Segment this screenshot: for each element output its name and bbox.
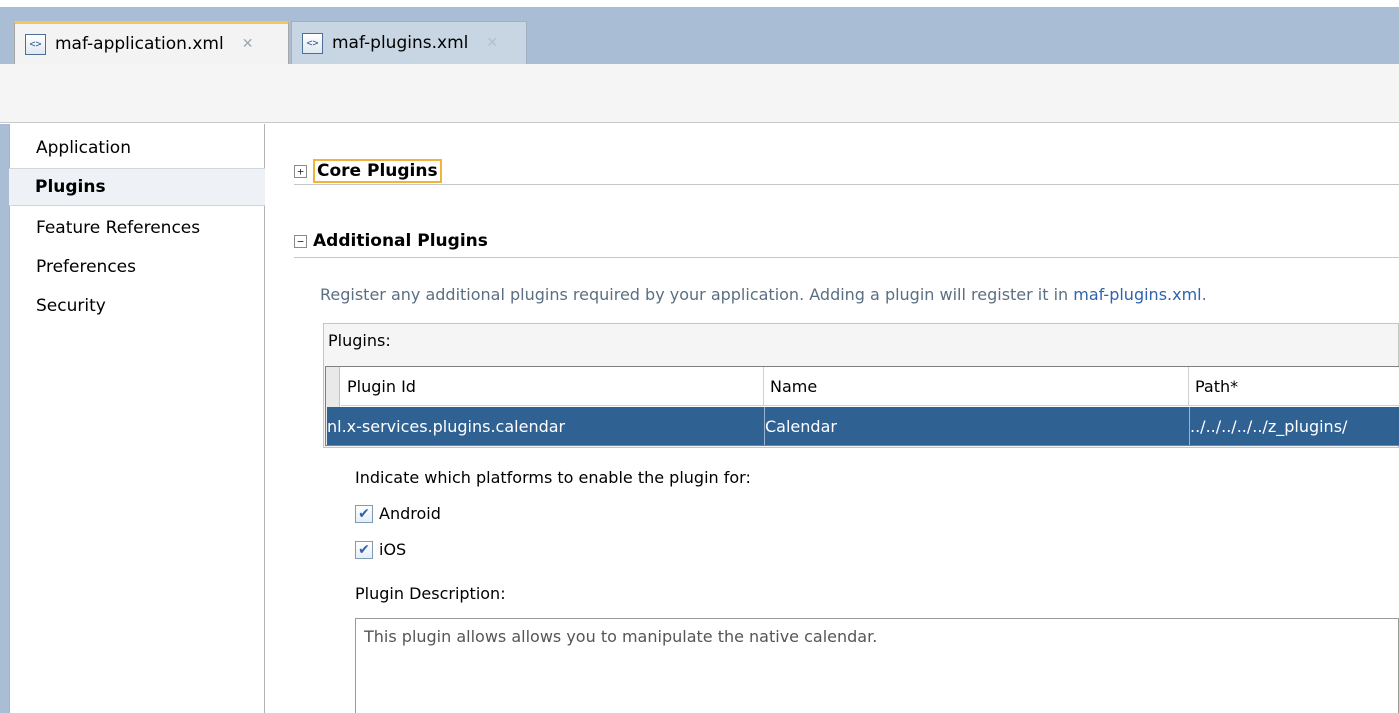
cell-text: nl.x-services.plugins.calendar: [327, 416, 566, 436]
xml-file-icon: <>: [25, 33, 46, 55]
section-description: Register any additional plugins required…: [320, 285, 1207, 304]
checkbox-label: iOS: [379, 540, 407, 559]
checkbox-label: Android: [379, 504, 441, 523]
tab-label: maf-application.xml: [55, 34, 224, 54]
nav-item-plugins[interactable]: Plugins: [9, 168, 265, 206]
plugin-description-textarea[interactable]: This plugin allows allows you to manipul…: [355, 618, 1399, 713]
description-suffix: .: [1201, 285, 1207, 304]
android-checkbox-row[interactable]: ✔ Android: [355, 504, 441, 523]
tab-maf-plugins[interactable]: <> maf-plugins.xml ✕: [291, 21, 527, 64]
section-title: Core Plugins: [313, 159, 442, 183]
column-header-plugin-id[interactable]: Plugin Id: [341, 367, 764, 406]
cell-text: Calendar: [765, 416, 837, 436]
nav-item-feature-references[interactable]: Feature References: [10, 209, 264, 247]
platforms-label: Indicate which platforms to enable the p…: [355, 468, 751, 487]
nav-item-security[interactable]: Security: [10, 287, 264, 325]
plugins-page: + Core Plugins − Additional Plugins Regi…: [266, 124, 1399, 713]
nav-item-application[interactable]: Application: [10, 129, 264, 167]
ios-checkbox-row[interactable]: ✔ iOS: [355, 540, 406, 559]
section-divider: [294, 257, 1399, 258]
column-header-label: Plugin Id: [347, 376, 416, 396]
tab-label: maf-plugins.xml: [332, 33, 469, 53]
editor-toolbar: [0, 64, 1399, 123]
collapse-icon[interactable]: −: [294, 234, 307, 248]
plugin-description-text: This plugin allows allows you to manipul…: [364, 627, 878, 646]
column-header-path[interactable]: Path*: [1189, 367, 1399, 406]
nav-item-label: Security: [36, 296, 106, 316]
tab-maf-application[interactable]: <> maf-application.xml ✕: [14, 21, 289, 64]
editor-tab-strip: <> maf-application.xml ✕ <> maf-plugins.…: [0, 7, 1399, 64]
editor-window: <> maf-application.xml ✕ <> maf-plugins.…: [0, 0, 1399, 713]
plugin-description-label: Plugin Description:: [355, 584, 506, 603]
plugins-table-label: Plugins:: [328, 331, 391, 350]
cell-path[interactable]: ../../../../../z_plugins/: [1190, 407, 1399, 445]
xml-file-icon: <>: [302, 32, 323, 54]
nav-item-label: Plugins: [35, 177, 106, 197]
nav-item-label: Preferences: [36, 257, 136, 277]
overview-nav: Application Plugins Feature References P…: [9, 124, 265, 713]
cell-name[interactable]: Calendar: [765, 407, 1189, 445]
maf-plugins-link[interactable]: maf-plugins.xml: [1073, 285, 1201, 304]
nav-item-label: Feature References: [36, 218, 201, 238]
close-icon[interactable]: ✕: [242, 36, 254, 52]
column-header-label: Path*: [1195, 376, 1239, 396]
section-divider: [294, 184, 1399, 185]
expand-icon[interactable]: +: [294, 164, 307, 178]
description-text: Register any additional plugins required…: [320, 285, 1074, 304]
checkmark-icon: ✔: [358, 541, 370, 558]
column-header-name[interactable]: Name: [764, 367, 1189, 406]
table-row[interactable]: nl.x-services.plugins.calendar Calendar …: [327, 407, 1399, 445]
plugins-table-panel: Plugins: Plugin Id Name Path* nl.x-servi…: [323, 323, 1399, 448]
nav-item-label: Application: [36, 138, 131, 158]
cell-text: ../../../../../z_plugins/: [1190, 416, 1348, 436]
plugins-table: Plugin Id Name Path* nl.x-services.plugi…: [325, 366, 1399, 446]
nav-item-preferences[interactable]: Preferences: [10, 248, 264, 286]
android-checkbox[interactable]: ✔: [355, 504, 373, 523]
additional-plugins-header[interactable]: − Additional Plugins: [294, 231, 488, 251]
core-plugins-header[interactable]: + Core Plugins: [294, 159, 442, 183]
cell-plugin-id[interactable]: nl.x-services.plugins.calendar: [327, 407, 764, 445]
checkmark-icon: ✔: [358, 505, 370, 522]
close-icon[interactable]: ✕: [486, 35, 498, 51]
column-header-label: Name: [770, 376, 818, 396]
ios-checkbox[interactable]: ✔: [355, 540, 373, 559]
section-title: Additional Plugins: [313, 231, 488, 251]
